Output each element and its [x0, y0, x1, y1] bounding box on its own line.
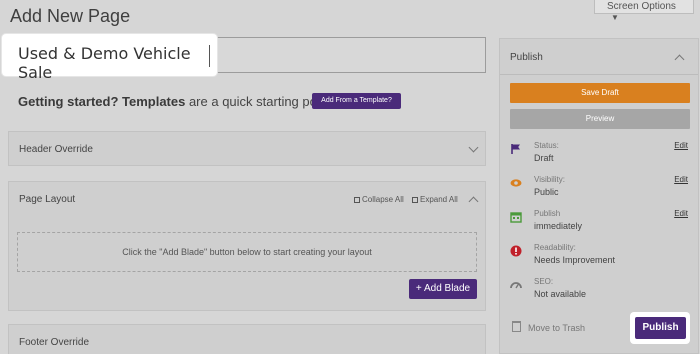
- gauge-icon: [510, 282, 522, 289]
- publish-time-label: Publish: [534, 209, 561, 218]
- page-title: Add New Page: [10, 6, 131, 26]
- visibility-label: Visibility:: [534, 175, 565, 184]
- visibility-edit-link[interactable]: Edit: [674, 175, 688, 184]
- header-override-title: Header Override: [19, 144, 93, 155]
- trash-icon: [512, 321, 521, 332]
- caret-down-icon: ▼: [611, 13, 619, 22]
- publish-time-edit-link[interactable]: Edit: [674, 209, 688, 218]
- readability-label: Readability:: [534, 243, 576, 252]
- preview-button[interactable]: Preview: [510, 109, 690, 129]
- move-to-trash-link[interactable]: Move to Trash: [528, 323, 585, 333]
- save-draft-button[interactable]: Save Draft: [510, 83, 690, 103]
- status-label: Status:: [534, 141, 559, 150]
- post-title-input[interactable]: Used & Demo Vehicle Sale: [2, 34, 217, 82]
- page-layout-panel: Page Layout Collapse All Expand All Clic…: [8, 181, 486, 311]
- publish-box-title: Publish: [510, 52, 543, 63]
- seo-label: SEO:: [534, 277, 554, 286]
- alert-icon: [510, 245, 522, 257]
- status-edit-link[interactable]: Edit: [674, 141, 688, 150]
- text-cursor: [209, 45, 210, 67]
- publish-divider: [500, 74, 698, 75]
- header-override-panel[interactable]: Header Override: [8, 131, 486, 166]
- add-blade-button[interactable]: + Add Blade: [409, 279, 477, 299]
- eye-icon: [510, 179, 522, 187]
- expand-all-button[interactable]: Expand All: [412, 195, 458, 204]
- visibility-value: Public: [534, 187, 559, 197]
- seo-value: Not available: [534, 289, 587, 299]
- page-layout-title: Page Layout: [19, 194, 76, 205]
- expand-icon: [412, 197, 418, 203]
- publish-button[interactable]: Publish: [635, 317, 686, 339]
- publish-box: Publish Save Draft Preview Status: Draft…: [499, 38, 699, 354]
- templates-lead: Getting started? Templates: [18, 94, 186, 109]
- collapse-icon: [354, 197, 360, 203]
- screen-options-button[interactable]: Screen Options ▼: [594, 0, 694, 22]
- collapse-all-label: Collapse All: [362, 195, 404, 204]
- collapse-all-button[interactable]: Collapse All: [354, 195, 404, 204]
- readability-value: Needs Improvement: [534, 255, 616, 265]
- status-value: Draft: [534, 153, 554, 163]
- expand-all-label: Expand All: [420, 195, 458, 204]
- footer-override-panel[interactable]: Footer Override: [8, 324, 486, 354]
- add-from-template-button[interactable]: Add From a Template?: [312, 93, 401, 109]
- chevron-down-icon[interactable]: [468, 142, 479, 153]
- footer-override-title: Footer Override: [19, 337, 90, 348]
- layout-dropzone: Click the "Add Blade" button below to st…: [17, 232, 477, 272]
- chevron-up-icon[interactable]: [674, 54, 685, 65]
- chevron-up-icon[interactable]: [468, 196, 479, 207]
- screen-options-label: Screen Options: [607, 1, 676, 12]
- templates-prompt: Getting started? Templates are a quick s…: [18, 94, 334, 109]
- flag-icon: [511, 144, 520, 154]
- calendar-icon: [510, 212, 522, 223]
- publish-time-value: immediately: [534, 221, 583, 231]
